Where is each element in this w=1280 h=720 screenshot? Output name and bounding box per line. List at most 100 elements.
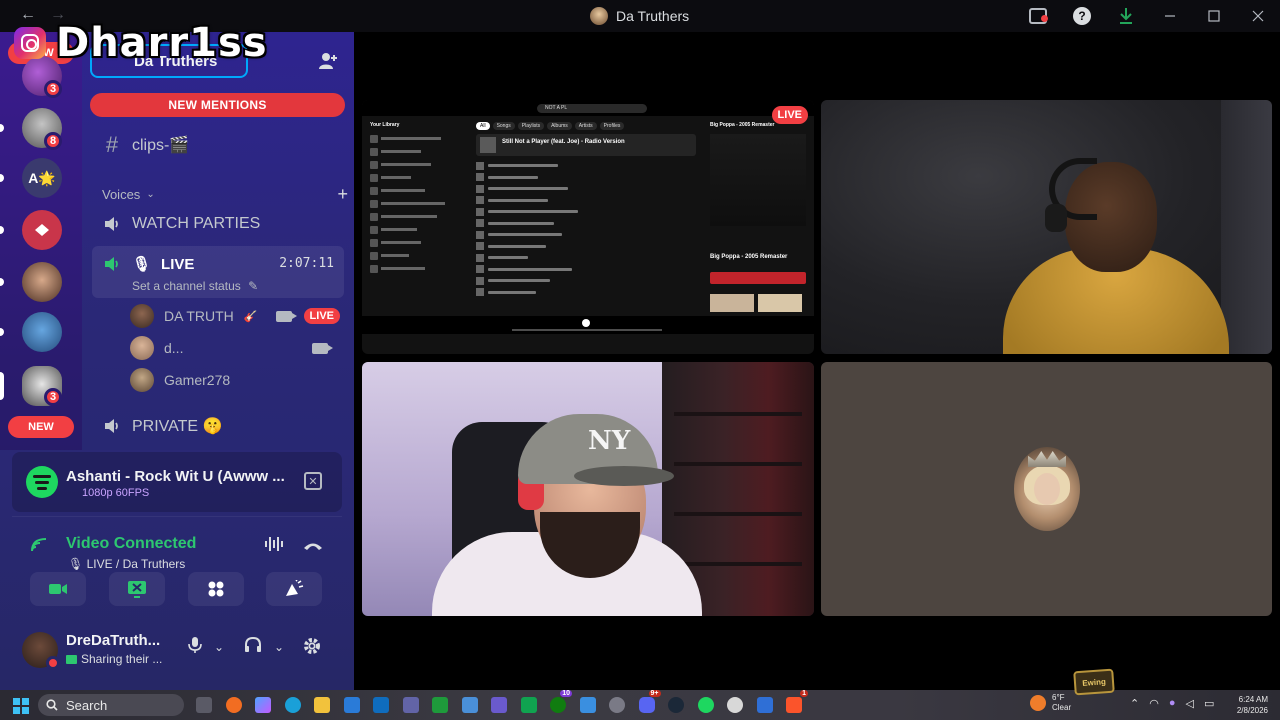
signal-icon[interactable]: [30, 537, 48, 558]
chevron-down-icon: ⌄: [146, 189, 155, 200]
now-playing-title: Big Poppa - 2005 Remaster: [710, 254, 788, 260]
noise-suppression-icon[interactable]: [264, 535, 284, 558]
inbox-icon[interactable]: [1016, 0, 1060, 32]
settings-icon[interactable]: [605, 694, 629, 716]
cap-logo: NY: [588, 426, 631, 456]
network-icon[interactable]: ◠: [1149, 697, 1159, 710]
brave-icon[interactable]: 1: [782, 690, 808, 716]
server-unread-pill: [0, 328, 4, 336]
activity-card[interactable]: Ashanti - Rock Wit U (Awww ... 1080p 60F…: [12, 452, 342, 512]
settings-gear-icon[interactable]: [302, 636, 322, 661]
photos-icon[interactable]: [576, 694, 600, 716]
channel-live-active[interactable]: 🎙 LIVE 2:07:11 Set a channel status ✎: [92, 246, 344, 298]
battery-icon[interactable]: ▭: [1204, 697, 1214, 710]
help-glyph: ?: [1073, 7, 1091, 25]
firefox-icon[interactable]: [222, 694, 246, 716]
chatgpt-icon[interactable]: [723, 694, 747, 716]
spotify-top-bar: NOT A PL: [362, 100, 814, 116]
maximize-icon[interactable]: [1192, 0, 1236, 32]
xbox-icon[interactable]: 10: [546, 690, 572, 716]
new-unread-pill-bottom[interactable]: NEW: [8, 416, 74, 438]
spotify-taskbar-icon[interactable]: [694, 694, 718, 716]
library-item: [370, 236, 462, 249]
category-voices[interactable]: Voices ⌄ +: [102, 184, 348, 205]
minimize-icon[interactable]: [1148, 0, 1192, 32]
connection-location[interactable]: 🎙 LIVE / Da Truthers: [68, 557, 185, 571]
live-channel-title: 🎙 LIVE: [102, 254, 194, 274]
server-icon-avatar[interactable]: [22, 262, 62, 302]
taskbar-clock[interactable]: 6:24 AM 2/8/2026: [1226, 694, 1268, 716]
set-channel-status[interactable]: Set a channel status ✎: [132, 279, 258, 293]
username[interactable]: DreDaTruth...: [66, 632, 160, 649]
clock-date: 2/8/2026: [1236, 706, 1268, 715]
screen-share-tile[interactable]: NOT A PL Your Library All Songs Playlist…: [362, 100, 814, 354]
edge-icon[interactable]: [281, 694, 305, 716]
file-explorer-icon[interactable]: [310, 694, 334, 716]
channel-private[interactable]: PRIVATE 🤫: [102, 416, 222, 436]
top-result-title: Still Not a Player (feat. Joe) - Radio V…: [502, 139, 625, 145]
server-icon: [590, 7, 608, 25]
task-view-icon[interactable]: [192, 694, 216, 716]
steam-icon[interactable]: [664, 694, 688, 716]
voice-user-indicators: [312, 342, 340, 354]
disconnect-icon[interactable]: [302, 535, 324, 556]
camera-button[interactable]: [30, 572, 86, 606]
video-tile-participant[interactable]: [821, 100, 1272, 354]
stop-stream-icon[interactable]: ✕: [304, 472, 322, 490]
discord-icon[interactable]: 9+: [635, 690, 661, 716]
music-video-thumb: [710, 294, 754, 312]
category-label: Voices: [102, 187, 141, 202]
blue-app-icon[interactable]: [753, 694, 777, 716]
window-controls: ?: [1016, 0, 1280, 32]
voice-user[interactable]: Gamer278: [130, 368, 340, 392]
channel-status-label: Set a channel status: [132, 279, 241, 293]
video-tile-avatar-only[interactable]: [821, 362, 1272, 616]
voice-user[interactable]: d...: [130, 336, 340, 360]
voice-user[interactable]: DA TRUTH 🎸 LIVE: [130, 304, 340, 328]
notepad-icon[interactable]: [458, 694, 482, 716]
chevron-down-icon[interactable]: ⌄: [214, 640, 224, 654]
copilot-icon[interactable]: [251, 694, 275, 716]
add-member-icon[interactable]: [318, 52, 338, 75]
new-mentions-button[interactable]: NEW MENTIONS: [90, 93, 345, 117]
channel-watch-parties[interactable]: WATCH PARTIES: [102, 214, 260, 234]
greenshot-icon[interactable]: [428, 694, 452, 716]
soundboard-button[interactable]: [266, 572, 322, 606]
screen-share-button[interactable]: [109, 572, 165, 606]
create-channel-plus-icon[interactable]: +: [337, 184, 348, 205]
voice-user-indicators: LIVE: [275, 308, 340, 324]
mic-tray-icon[interactable]: ●: [1169, 697, 1176, 710]
server-unread-pill: [0, 124, 4, 132]
headphones-icon[interactable]: [244, 636, 262, 659]
library-item: [370, 132, 462, 145]
server-icon-text[interactable]: A🌟: [22, 158, 62, 198]
store-icon[interactable]: [340, 694, 364, 716]
camera-icon: [275, 310, 297, 322]
chevron-up-icon[interactable]: ⌃: [1130, 697, 1139, 710]
play-icon: [582, 319, 590, 327]
weather-widget[interactable]: 6°F Clear: [1030, 693, 1071, 713]
download-icon[interactable]: [1104, 0, 1148, 32]
library-item: [370, 197, 462, 210]
microphone-icon[interactable]: [188, 636, 202, 659]
activities-button[interactable]: [188, 572, 244, 606]
chevron-down-icon[interactable]: ⌄: [274, 640, 284, 654]
green-app-icon[interactable]: [517, 694, 541, 716]
channel-clips[interactable]: # clips-🎬: [102, 132, 189, 158]
help-icon[interactable]: ?: [1060, 0, 1104, 32]
clock-time: 6:24 AM: [1238, 695, 1268, 704]
speaker-tray-icon[interactable]: ◁: [1185, 697, 1193, 710]
video-tile-participant[interactable]: NY: [362, 362, 814, 616]
windows-start-icon[interactable]: [13, 698, 29, 714]
server-icon-red[interactable]: [22, 210, 62, 250]
connection-status[interactable]: Video Connected: [66, 535, 196, 553]
close-icon[interactable]: [1236, 0, 1280, 32]
spotify-search-field: NOT A PL: [537, 104, 647, 113]
server-icon-sunglasses[interactable]: [22, 312, 62, 352]
teams-icon[interactable]: [399, 694, 423, 716]
outlook-icon[interactable]: [369, 694, 393, 716]
taskbar-search[interactable]: Search: [38, 694, 184, 716]
speaker-icon: [102, 214, 122, 234]
obs-icon[interactable]: [487, 694, 511, 716]
filter-chip: Artists: [574, 122, 597, 130]
